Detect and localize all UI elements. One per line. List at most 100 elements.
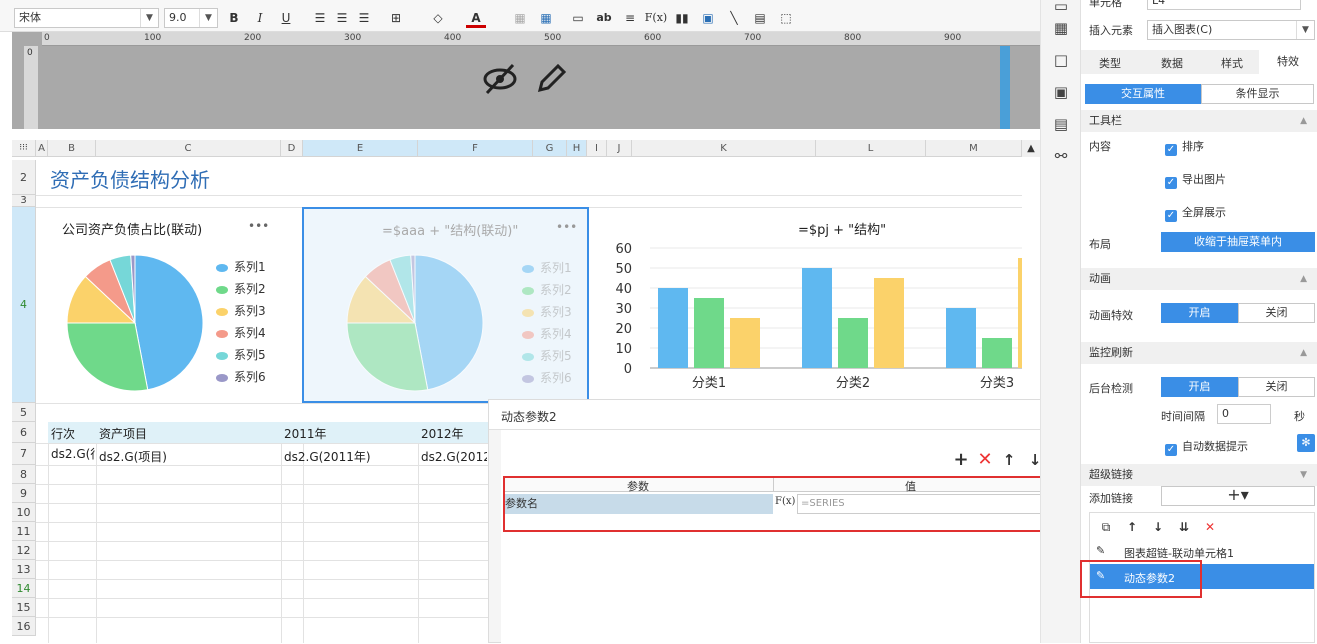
column-header[interactable]: L [816,140,926,157]
data-cell[interactable]: ds2.G(2011年) [284,448,371,465]
edit-pencil-icon[interactable]: ✎ [1096,544,1105,557]
hide-icon[interactable] [480,62,520,96]
chevron-down-icon[interactable]: ▼ [1296,21,1314,39]
row-header[interactable]: 10 [12,503,36,522]
row-header[interactable]: 7 [12,443,36,465]
chevron-down-icon[interactable]: ▼ [140,9,158,27]
delete-icon[interactable]: ✕ [975,450,995,470]
row-header[interactable]: 8 [12,465,36,484]
sort-checkbox[interactable]: ✓ 排序 [1165,138,1204,156]
select-all-corner[interactable]: ⁝⁝⁝ [12,140,36,157]
scroll-up-icon[interactable]: ▲ [1022,140,1040,157]
data-cell[interactable]: ds2.G(2012年) [421,448,487,465]
backend-on-button[interactable]: 开启 [1161,377,1238,397]
wrap-icon[interactable]: ▭ [568,8,588,28]
row-header[interactable]: 11 [12,522,36,541]
merge-cell-icon[interactable]: ▦ [510,8,530,28]
style-icon[interactable]: ▦ [1051,18,1071,38]
link-icon[interactable]: ⚯ [1051,146,1071,166]
row-header[interactable]: 16 [12,617,36,636]
align-right-icon[interactable]: ☰ [354,8,374,28]
cell-input[interactable]: L4 [1147,0,1301,10]
font-size-select[interactable]: 9.0 ▼ [164,8,218,28]
settings-gear-icon[interactable]: ✻ [1297,434,1315,452]
column-header[interactable]: A [36,140,48,157]
copy-icon[interactable]: ⧉ [1096,517,1116,537]
move-up-icon[interactable]: ↑ [999,450,1019,470]
add-link-button[interactable]: +▾ [1161,486,1315,506]
header-cell[interactable]: 行次 [51,425,75,442]
row-header[interactable]: 2 [12,160,36,195]
pie-chart-1[interactable]: 公司资产负债占比(联动) ••• 系列1 系列2 系列3 系列4 系列5 系列6 [40,208,300,402]
align-center-icon[interactable]: ☰ [332,8,352,28]
bar-chart-icon[interactable]: ▮▮ [672,8,692,28]
column-header[interactable]: E [303,140,418,157]
collapse-icon[interactable]: ▲ [1300,110,1307,132]
row-header[interactable]: 5 [12,403,36,422]
row-header[interactable]: 4 [12,207,36,403]
backend-off-button[interactable]: 关闭 [1238,377,1315,397]
sub-report-icon[interactable]: ▤ [750,8,770,28]
more-icon[interactable]: ••• [556,220,577,234]
row-header[interactable]: 14 [12,579,36,598]
column-header[interactable]: H [567,140,587,157]
italic-button[interactable]: I [250,8,270,28]
align-left-icon[interactable]: ☰ [310,8,330,28]
header-cell[interactable]: 2011年 [284,425,327,442]
row-header[interactable]: 6 [12,422,36,443]
column-header[interactable]: D [281,140,303,157]
section-animation[interactable]: 动画 ▲ [1081,268,1317,290]
animation-on-button[interactable]: 开启 [1161,303,1238,323]
frame-icon[interactable]: □ [1051,50,1071,70]
column-header[interactable]: C [96,140,281,157]
formula-icon[interactable]: F(x) [644,8,668,28]
column-header[interactable]: K [632,140,816,157]
collapse-icon[interactable]: ▲ [1300,268,1307,290]
subtab-condition[interactable]: 条件显示 [1201,84,1314,104]
collapse-icon[interactable]: ▼ [1300,464,1307,486]
font-color-icon[interactable]: A [466,8,486,28]
subtab-interaction[interactable]: 交互属性 [1085,84,1201,104]
paragraph-icon[interactable]: ≡ [620,8,640,28]
column-header[interactable]: M [926,140,1022,157]
row-header[interactable]: 13 [12,560,36,579]
column-header[interactable]: J [607,140,632,157]
section-hyperlink[interactable]: 超级链接 ▼ [1081,464,1317,486]
formula-icon[interactable]: F(x) [775,494,797,514]
param-name-cell[interactable]: 参数名 [505,494,773,514]
chevron-down-icon[interactable]: ▼ [199,9,217,27]
row-header[interactable]: 9 [12,484,36,503]
param-value-input[interactable]: =SERIES [797,494,1045,514]
report-title[interactable]: 资产负债结构分析 [50,164,210,193]
auto-hint-checkbox[interactable]: ✓ 自动数据提示 [1165,438,1248,456]
header-cell[interactable]: 资产项目 [99,425,147,442]
widget-icon[interactable]: ▣ [1051,82,1071,102]
cell-attr-icon[interactable]: ▭ [1051,0,1071,16]
row-header[interactable]: 3 [12,195,36,207]
data-cell[interactable]: ds2.G(项目) [99,448,167,465]
section-toolbar[interactable]: 工具栏 ▲ [1081,110,1317,132]
edit-pencil-icon[interactable] [534,62,568,96]
tab-data[interactable]: 数据 [1161,55,1183,71]
row-header[interactable]: 12 [12,541,36,560]
bold-button[interactable]: B [224,8,244,28]
layers-icon[interactable]: ▤ [1051,114,1071,134]
move-up-icon[interactable]: ↑ [1122,517,1142,537]
add-icon[interactable]: + [951,450,971,470]
column-header[interactable]: B [48,140,96,157]
tab-style[interactable]: 样式 [1221,55,1243,71]
section-monitor[interactable]: 监控刷新 ▲ [1081,342,1317,364]
fill-color-icon[interactable]: ◇ [428,8,448,28]
frame-icon[interactable]: ⬚ [776,8,796,28]
border-icon[interactable]: ⊞ [386,8,406,28]
tab-type[interactable]: 类型 [1099,55,1121,71]
interval-input[interactable]: 0 [1217,404,1271,424]
underline-button[interactable]: U [276,8,296,28]
header-cell[interactable]: 2012年 [421,425,464,442]
animation-off-button[interactable]: 关闭 [1238,303,1315,323]
bar-chart[interactable]: =$pj + "结构" 0 10 20 30 40 50 60 分类1 分类2 分类3 [608,208,1022,398]
move-down-icon[interactable]: ↓ [1148,517,1168,537]
text-icon[interactable]: ab [594,8,614,28]
export-image-checkbox[interactable]: ✓ 导出图片 [1165,171,1226,189]
row-header[interactable]: 15 [12,598,36,617]
